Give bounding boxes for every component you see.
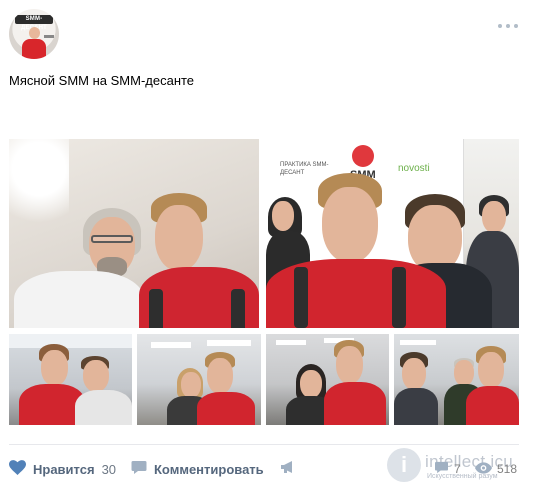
banner-brand-text: novosti: [398, 163, 430, 174]
like-label: Нравится: [33, 461, 95, 477]
eye-icon: [475, 461, 492, 477]
views-stat: 518: [475, 459, 517, 479]
photo-1[interactable]: [9, 139, 259, 328]
watermark-letter: i: [387, 448, 421, 482]
photo-6[interactable]: [394, 334, 519, 425]
actions-divider: [9, 444, 519, 445]
comments-stat[interactable]: 7: [434, 459, 461, 479]
comments-count: 7: [454, 462, 461, 476]
photo-3[interactable]: [9, 334, 132, 425]
megaphone-icon: [280, 460, 296, 478]
avatar-figure-detail: [44, 35, 54, 38]
views-count: 518: [497, 462, 518, 476]
author-avatar[interactable]: SMM-ДЕСАНТ: [9, 9, 59, 59]
comment-button[interactable]: Комментировать: [131, 459, 264, 479]
avatar-logo-text: SMM-ДЕСАНТ: [15, 15, 53, 31]
avatar-figure-body: [22, 39, 46, 59]
avatar-figure-head: [29, 27, 40, 39]
photo-4[interactable]: [137, 334, 261, 425]
share-button[interactable]: [280, 459, 296, 479]
like-button[interactable]: Нравится 30: [9, 459, 116, 479]
photo-5[interactable]: [266, 334, 389, 425]
post-text: Мясной SMM на SMM-десанте: [9, 73, 195, 88]
like-count: 30: [101, 461, 117, 477]
heart-icon: [9, 460, 26, 478]
comment-label: Комментировать: [154, 461, 264, 477]
banner-small-text: ПРАКТИКА SMM-ДЕСАНТ: [280, 162, 329, 176]
photo-2[interactable]: SMM novosti ПРАКТИКА SMM-ДЕСАНТ: [266, 139, 519, 328]
comment-icon: [434, 461, 449, 477]
more-options-icon[interactable]: [497, 22, 519, 30]
comment-icon: [131, 460, 147, 478]
